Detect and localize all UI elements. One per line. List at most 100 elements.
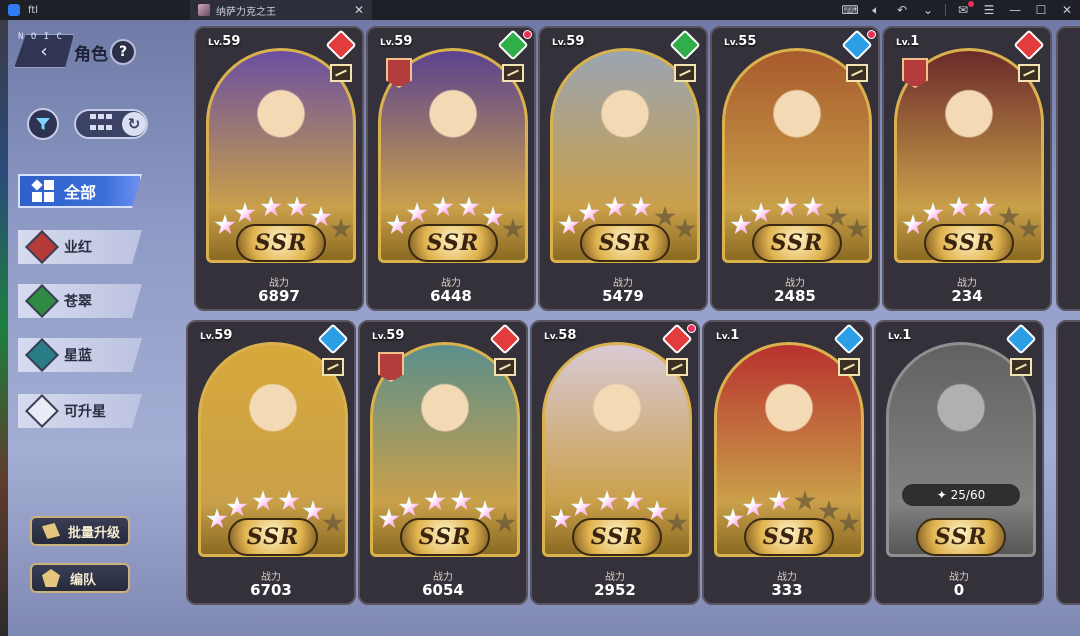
star-icon xyxy=(450,490,472,511)
category-label: 全部 xyxy=(64,183,97,202)
star-icon xyxy=(214,214,236,235)
star-icon xyxy=(902,214,924,235)
star-icon xyxy=(974,196,996,217)
star-icon xyxy=(406,202,428,223)
element-icon xyxy=(1013,29,1045,61)
level-label: Lv.59 xyxy=(380,34,413,49)
formation-button[interactable]: 编队 xyxy=(30,563,130,593)
window-controls: ⌨ 🔈︎ ↶ ⌄ ✉ ☰ — ☐ ✕ xyxy=(837,0,1080,20)
tab-ftl[interactable]: ftl xyxy=(0,0,190,20)
star-icon xyxy=(802,196,824,217)
formation-icon xyxy=(42,569,60,587)
close-window-icon[interactable]: ✕ xyxy=(1054,3,1080,17)
batch-upgrade-label: 批量升级 xyxy=(68,525,121,541)
element-icon xyxy=(1005,323,1037,355)
keyboard-icon[interactable]: ⌨ xyxy=(837,3,863,17)
crimson-element-icon xyxy=(25,230,59,264)
filter-button[interactable] xyxy=(27,108,59,140)
divider xyxy=(945,4,946,16)
role-icon xyxy=(1018,64,1040,82)
star-icon xyxy=(794,490,816,511)
sort-toggle-icon[interactable]: ↻ xyxy=(122,112,146,136)
character-card[interactable]: Lv.59 SSR 战力 6703 xyxy=(186,320,356,605)
star-icon xyxy=(378,508,400,529)
character-card-partial[interactable] xyxy=(1056,26,1080,311)
star-icon xyxy=(776,196,798,217)
sidebar: ‹ N O I C 角色 ? ↻ 全部 业红 苍翠 星蓝 可升星 批量升级 编队 xyxy=(8,20,194,636)
level-label: Lv.58 xyxy=(544,328,577,343)
category-all[interactable]: 全部 xyxy=(18,174,142,208)
notification-dot xyxy=(968,1,974,7)
azure-element-icon xyxy=(25,338,59,372)
star-icon xyxy=(386,214,408,235)
element-icon xyxy=(669,29,701,61)
power-value: 6054 xyxy=(422,581,464,599)
star-icon xyxy=(596,490,618,511)
tab-game[interactable]: 纳萨力克之王 ✕ xyxy=(190,0,372,20)
level-label: Lv.55 xyxy=(724,34,757,49)
level-label: Lv.1 xyxy=(716,328,740,343)
character-card[interactable]: Lv.59 SSR 战力 6054 xyxy=(358,320,528,605)
star-icon xyxy=(286,196,308,217)
star-icon xyxy=(206,508,228,529)
star-burst-icon xyxy=(25,394,59,428)
element-icon xyxy=(317,323,349,355)
level-label: Lv.59 xyxy=(372,328,405,343)
undo-icon[interactable]: ↶ xyxy=(889,3,915,17)
character-card-partial[interactable] xyxy=(1056,320,1080,605)
power-value: 0 xyxy=(953,581,965,599)
level-label: Lv.59 xyxy=(208,34,241,49)
desktop-edge xyxy=(0,20,8,636)
formation-label: 编队 xyxy=(70,572,97,588)
back-decoration: N O I C xyxy=(18,32,63,42)
character-card[interactable]: Lv.1 ✦ 25/60 SSR 战力 0 xyxy=(874,320,1044,605)
back-arrow-icon: ‹ xyxy=(40,40,48,62)
star-icon xyxy=(226,496,248,517)
app-icon xyxy=(8,4,20,16)
character-card[interactable]: Lv.1 SSR 战力 234 xyxy=(882,26,1052,311)
rarity-badge: SSR xyxy=(752,224,842,262)
character-card[interactable]: Lv.59 SSR 战力 6897 xyxy=(194,26,364,311)
notification-dot xyxy=(523,30,532,39)
power-value: 2952 xyxy=(594,581,636,599)
star-icon xyxy=(622,490,644,511)
character-card[interactable]: Lv.1 SSR 战力 333 xyxy=(702,320,872,605)
role-icon xyxy=(494,358,516,376)
power-value: 6448 xyxy=(430,287,472,305)
minimize-icon[interactable]: — xyxy=(1002,3,1028,17)
volume-icon[interactable]: 🔈︎ xyxy=(863,3,889,18)
menu-icon[interactable]: ☰ xyxy=(976,3,1002,17)
chevron-down-icon[interactable]: ⌄ xyxy=(915,3,941,17)
star-icon xyxy=(730,214,752,235)
category-label: 星蓝 xyxy=(64,348,92,364)
character-card[interactable]: Lv.58 SSR 战力 2952 xyxy=(530,320,700,605)
level-label: Lv.59 xyxy=(200,328,233,343)
category-azure[interactable]: 星蓝 xyxy=(18,338,142,372)
batch-upgrade-button[interactable]: 批量升级 xyxy=(30,516,130,546)
level-label: Lv.1 xyxy=(888,328,912,343)
category-upgradable[interactable]: 可升星 xyxy=(18,394,142,428)
rarity-badge: SSR xyxy=(744,518,834,556)
all-grid-icon xyxy=(31,179,54,202)
power-value: 2485 xyxy=(774,287,816,305)
category-verdant[interactable]: 苍翠 xyxy=(18,284,142,318)
maximize-icon[interactable]: ☐ xyxy=(1028,3,1054,17)
grid-view-icon[interactable] xyxy=(90,114,114,134)
mail-icon[interactable]: ✉ xyxy=(950,1,976,17)
view-toggle[interactable]: ↻ xyxy=(74,109,148,139)
rarity-badge: SSR xyxy=(228,518,318,556)
category-crimson[interactable]: 业红 xyxy=(18,230,142,264)
star-icon xyxy=(278,490,300,511)
character-card[interactable]: Lv.59 SSR 战力 5479 xyxy=(538,26,708,311)
help-button[interactable]: ? xyxy=(110,39,136,65)
close-tab-icon[interactable]: ✕ xyxy=(354,3,364,17)
star-icon xyxy=(578,202,600,223)
character-card[interactable]: Lv.59 SSR 战力 6448 xyxy=(366,26,536,311)
power-value: 234 xyxy=(951,287,983,305)
category-label: 可升星 xyxy=(64,404,106,420)
character-card[interactable]: Lv.55 SSR 战力 2485 xyxy=(710,26,880,311)
power-value: 5479 xyxy=(602,287,644,305)
star-icon xyxy=(458,196,480,217)
role-icon xyxy=(502,64,524,82)
star-icon xyxy=(750,202,772,223)
